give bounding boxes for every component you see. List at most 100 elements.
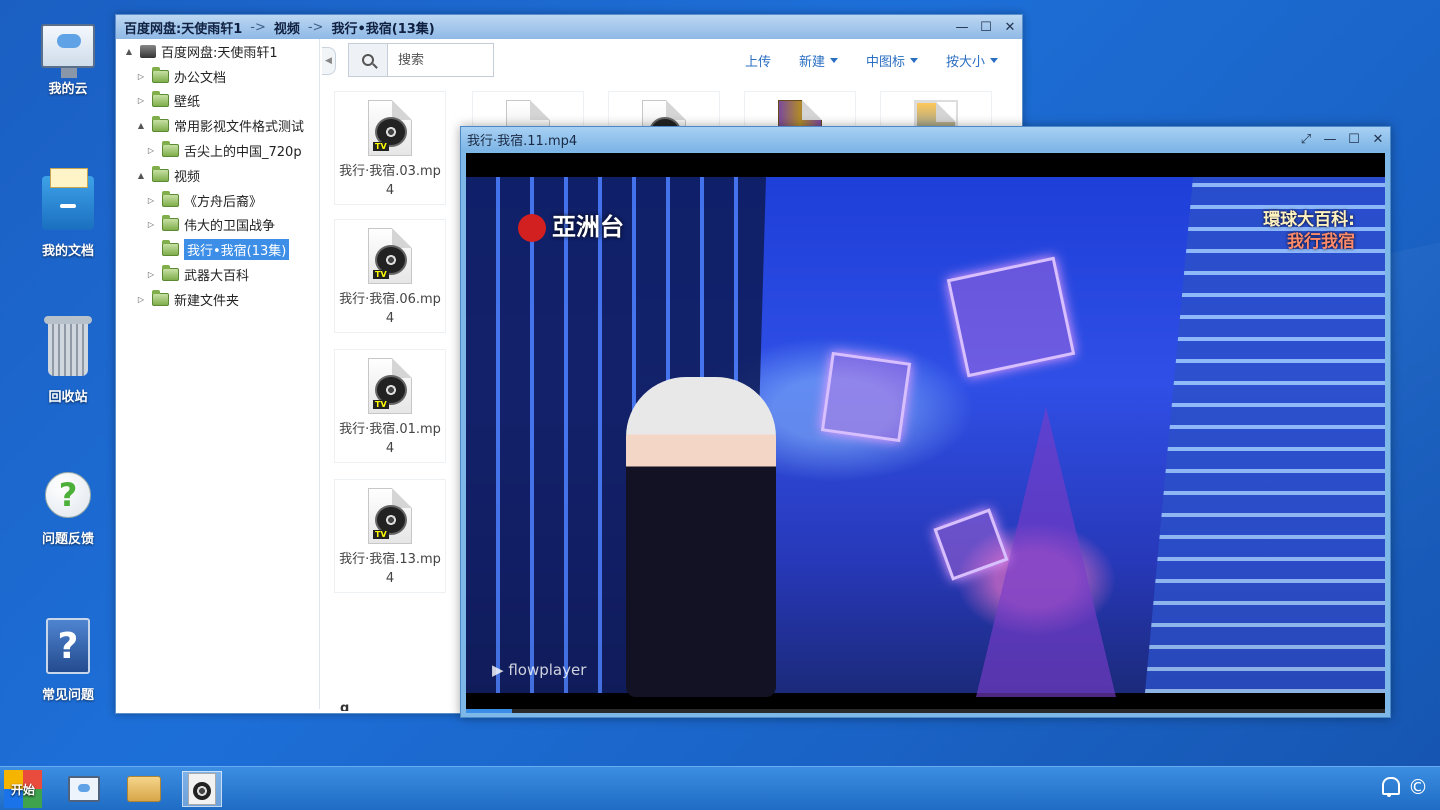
- tree-item-bite-of-china[interactable]: ▷ 舌尖上的中国_720p: [120, 138, 319, 163]
- fullscreen-button[interactable]: ⤢: [1294, 128, 1318, 150]
- player-window-controls: ⤢ — ☐ ✕: [1294, 128, 1390, 150]
- maximize-button[interactable]: ☐: [974, 16, 998, 38]
- start-button[interactable]: 开始: [4, 770, 42, 808]
- maximize-button[interactable]: ☐: [1342, 128, 1366, 150]
- system-tray: ©: [1380, 775, 1428, 799]
- taskbar-item-file-explorer[interactable]: [124, 771, 164, 807]
- folder-icon: [152, 66, 169, 83]
- tree-item-wallpaper[interactable]: ▷ 壁纸: [120, 89, 319, 114]
- desktop-icon-my-cloud[interactable]: 我的云: [28, 18, 108, 97]
- tree-item-format-test[interactable]: ▲ 常用影视文件格式测试: [120, 113, 319, 138]
- file-name: 我行·我宿.01.mp4: [339, 422, 441, 456]
- video-file-icon: TV: [368, 228, 412, 284]
- video-file-icon: TV: [368, 488, 412, 544]
- tree-item-weapons-encyclopedia[interactable]: ▷ 武器大百科: [120, 262, 319, 287]
- taskbar-item-my-cloud[interactable]: [64, 771, 104, 807]
- tree-item-label: 我行•我宿(13集): [184, 239, 290, 261]
- player-title: 我行·我宿.11.mp4: [467, 133, 578, 149]
- cloud-monitor-icon: [41, 24, 95, 78]
- tree-item-ark-descendants[interactable]: ▷ 《方舟后裔》: [120, 188, 319, 213]
- program-title-line1: 環球大百科:: [1263, 210, 1355, 230]
- taskbar: 开始 ©: [0, 766, 1440, 810]
- upload-button[interactable]: 上传: [731, 51, 785, 70]
- folder-icon: [162, 265, 179, 282]
- breadcrumb-root[interactable]: 百度网盘:天使雨轩1: [124, 18, 242, 37]
- tree-item-videos[interactable]: ▲ 视频: [120, 163, 319, 188]
- collapse-arrow-icon[interactable]: ▲: [134, 121, 148, 130]
- expand-arrow-icon[interactable]: ▷: [144, 196, 158, 205]
- new-dropdown[interactable]: 新建: [785, 51, 852, 70]
- explorer-titlebar[interactable]: 百度网盘:天使雨轩1 -> 视频 -> 我行•我宿(13集) — ☐ ✕: [116, 15, 1022, 39]
- desktop-icon-label: 我的云: [48, 82, 88, 97]
- desktop-icon-label: 回收站: [48, 390, 88, 405]
- faq-icon: ?: [46, 618, 90, 674]
- view-mode-label: 中图标: [865, 54, 905, 70]
- video-frame[interactable]: 亞洲台 環球大百科: 我行我宿 ▶ flowplayer: [466, 177, 1385, 697]
- video-scene-gift-light: [946, 256, 1076, 378]
- player-titlebar[interactable]: 我行·我宿.11.mp4 ⤢ — ☐ ✕: [461, 127, 1390, 151]
- breadcrumb-current[interactable]: 我行•我宿(13集): [331, 18, 434, 37]
- breadcrumb-videos[interactable]: 视频: [274, 18, 300, 37]
- collapse-arrow-icon[interactable]: ▲: [122, 47, 136, 56]
- tree-item-drive-root[interactable]: ▲ 百度网盘:天使雨轩1: [120, 39, 319, 64]
- expand-arrow-icon[interactable]: ▷: [144, 220, 158, 229]
- file-item[interactable]: TV 我行·我宿.13.mp4: [334, 479, 446, 593]
- expand-arrow-icon[interactable]: ▷: [134, 72, 148, 81]
- expand-arrow-icon[interactable]: ▷: [144, 270, 158, 279]
- search-button[interactable]: [348, 43, 388, 77]
- explorer-window-controls: — ☐ ✕: [950, 16, 1022, 38]
- tree-item-new-folder[interactable]: ▷ 新建文件夹: [120, 287, 319, 312]
- close-button[interactable]: ✕: [998, 16, 1022, 38]
- upload-label: 上传: [744, 54, 771, 70]
- tree-item-great-patriotic-war[interactable]: ▷ 伟大的卫国战争: [120, 213, 319, 238]
- folder-icon: [162, 141, 179, 158]
- program-title: 環球大百科: 我行我宿: [1263, 209, 1355, 253]
- notification-bell-icon[interactable]: [1380, 775, 1400, 797]
- minimize-button[interactable]: —: [1318, 128, 1342, 150]
- expand-arrow-icon[interactable]: ▷: [134, 96, 148, 105]
- collapse-arrow-icon[interactable]: ▲: [134, 171, 148, 180]
- flowplayer-watermark-text: flowplayer: [508, 661, 587, 679]
- tree-item-my-journey-selected[interactable]: 我行•我宿(13集): [120, 237, 319, 262]
- desktop-icon-faq[interactable]: ? 常见问题: [28, 618, 108, 703]
- playback-progress-bar[interactable]: [466, 709, 1385, 713]
- copyright-icon[interactable]: ©: [1408, 775, 1428, 799]
- chevron-down-icon: [829, 57, 838, 63]
- tree-item-office-docs[interactable]: ▷ 办公文档: [120, 64, 319, 89]
- partial-file-label: g: [340, 701, 350, 711]
- close-button[interactable]: ✕: [1366, 128, 1390, 150]
- desktop-icon-label: 我的文档: [41, 244, 94, 259]
- desktop-icon-feedback[interactable]: ? 问题反馈: [28, 472, 108, 547]
- start-label: 开始: [10, 782, 35, 797]
- breadcrumb-separator: ->: [250, 19, 266, 35]
- search-input[interactable]: [388, 43, 494, 77]
- video-scene-gift-light: [820, 351, 912, 443]
- folder-icon: [152, 91, 169, 108]
- sidebar-collapse-handle[interactable]: ◀: [322, 47, 336, 75]
- documents-drawer-icon: [42, 168, 94, 230]
- desktop-icon-recycle-bin[interactable]: 回收站: [28, 316, 108, 405]
- expand-arrow-icon[interactable]: ▷: [144, 146, 158, 155]
- folder-icon: [162, 215, 179, 232]
- playback-progress-fill: [466, 709, 512, 713]
- drive-icon: [140, 44, 156, 58]
- file-item[interactable]: TV 我行·我宿.03.mp4: [334, 91, 446, 205]
- video-area[interactable]: 亞洲台 環球大百科: 我行我宿 ▶ flowplayer: [466, 153, 1385, 713]
- sort-label: 按大小: [945, 54, 985, 70]
- video-file-icon: TV: [368, 100, 412, 156]
- view-mode-dropdown[interactable]: 中图标: [852, 51, 932, 70]
- desktop-icon-my-documents[interactable]: 我的文档: [28, 168, 108, 259]
- feedback-help-icon: ?: [45, 472, 91, 518]
- folder-tree: ▲ 百度网盘:天使雨轩1 ▷ 办公文档 ▷ 壁纸 ▲ 常用影视文件格式测试 ▷ …: [120, 39, 320, 709]
- minimize-button[interactable]: —: [950, 16, 974, 38]
- video-scene-person: [626, 377, 776, 697]
- video-player-window[interactable]: 我行·我宿.11.mp4 ⤢ — ☐ ✕ 亞洲台 環球大百科: 我行我宿 ▶ f…: [460, 126, 1391, 718]
- expand-arrow-icon[interactable]: ▷: [134, 295, 148, 304]
- folder-icon: [127, 776, 161, 802]
- tree-item-label: 舌尖上的中国_720p: [184, 145, 302, 161]
- file-item[interactable]: TV 我行·我宿.01.mp4: [334, 349, 446, 463]
- toolbar-actions: 上传 新建 中图标 按大小: [731, 51, 1012, 70]
- file-item[interactable]: TV 我行·我宿.06.mp4: [334, 219, 446, 333]
- sort-dropdown[interactable]: 按大小: [932, 51, 1012, 70]
- taskbar-item-video-player[interactable]: [182, 771, 222, 807]
